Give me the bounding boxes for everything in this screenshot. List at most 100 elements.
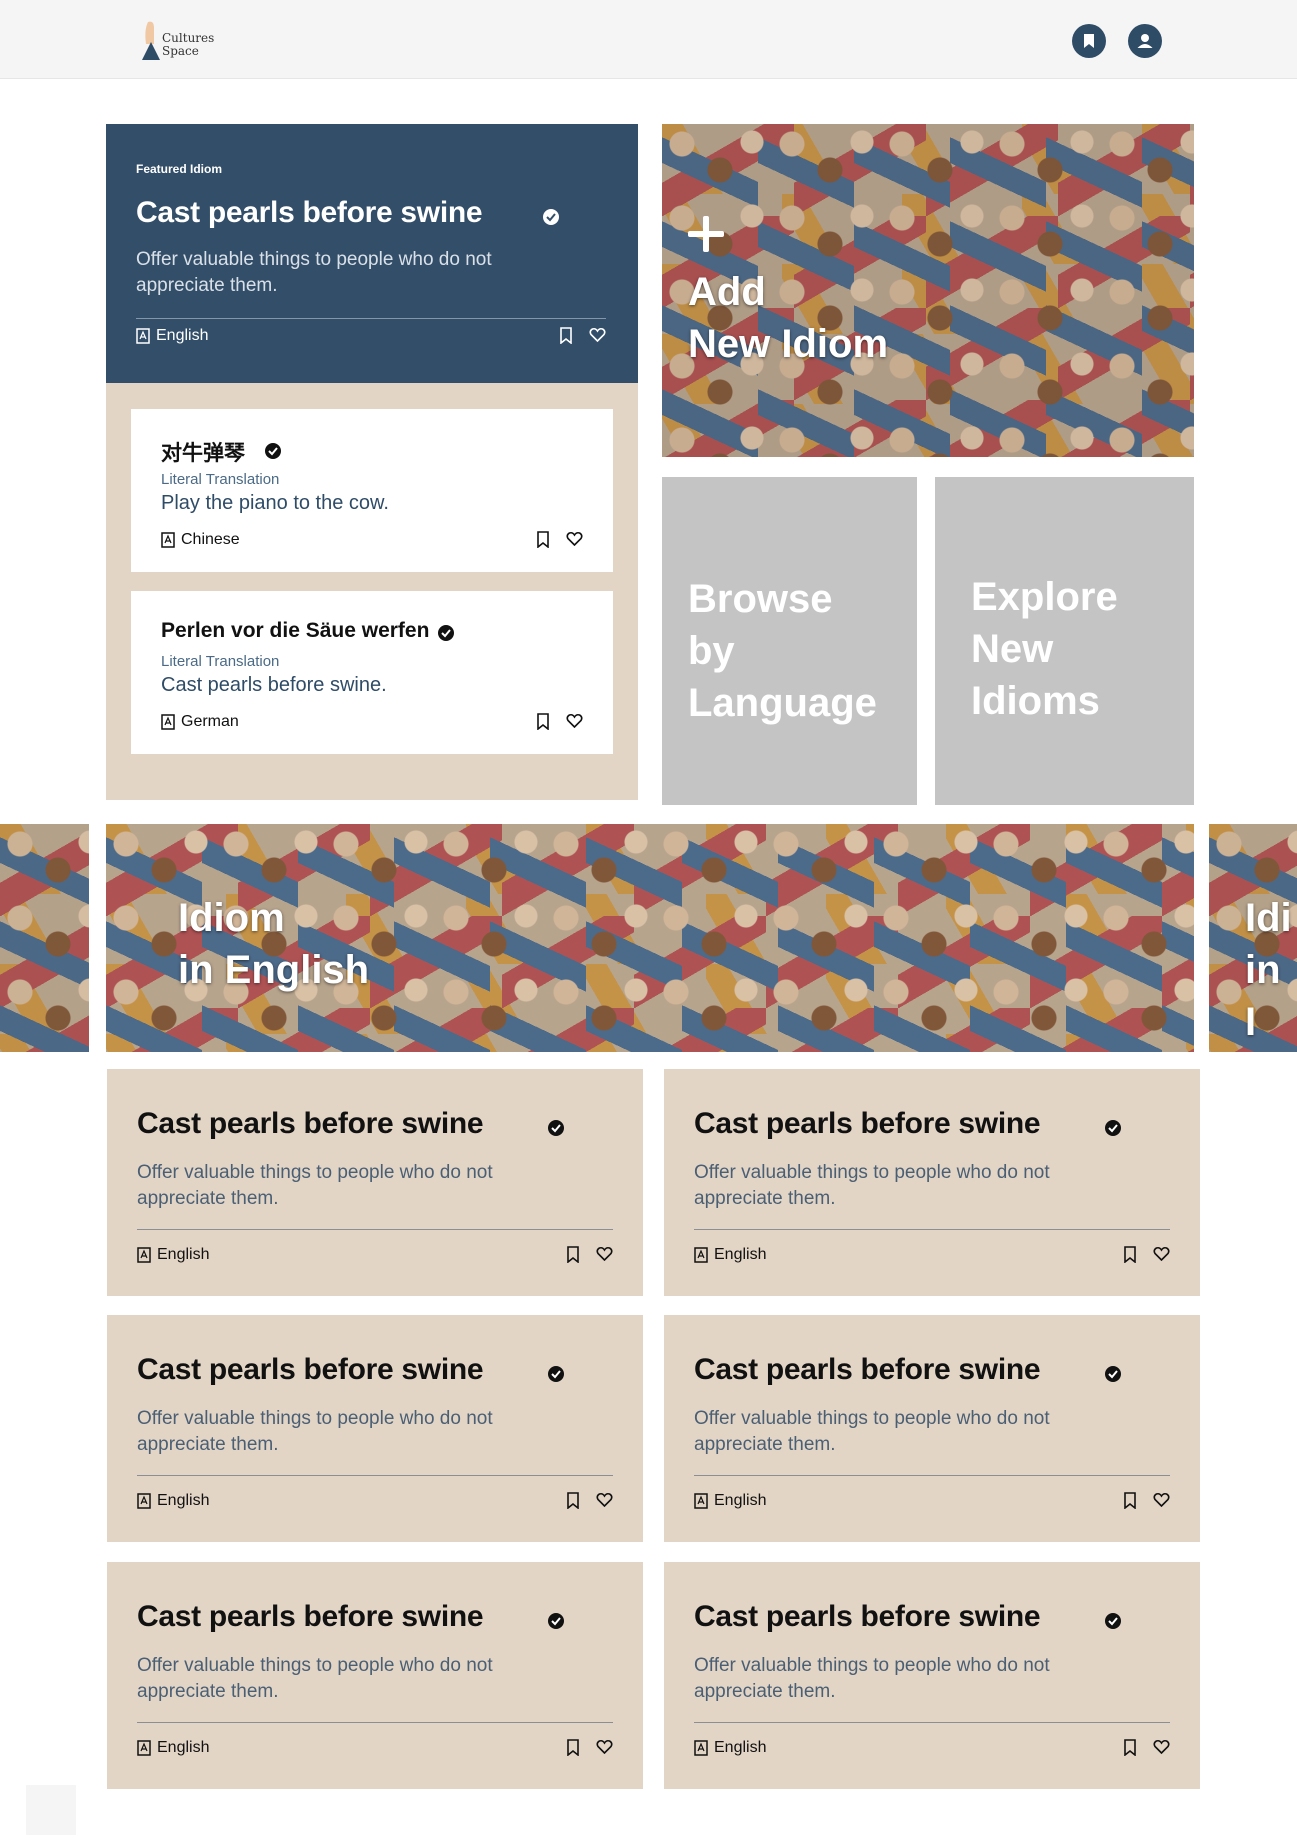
divider	[694, 1229, 1170, 1230]
logo[interactable]: Cultures Space	[140, 18, 230, 66]
language-book-icon	[694, 1740, 708, 1756]
bookmark-button[interactable]	[1123, 1492, 1137, 1509]
translation-language-label: German	[181, 713, 239, 730]
idiom-card[interactable]: Cast pearls before swine Offer valuable t…	[107, 1069, 643, 1296]
divider	[694, 1475, 1170, 1476]
featured-language-label: English	[156, 327, 209, 344]
idiom-language: English	[137, 1492, 209, 1510]
like-button[interactable]	[596, 1492, 613, 1509]
idiom-card[interactable]: Cast pearls before swine Offer valuable t…	[664, 1315, 1200, 1542]
heart-outline-icon	[596, 1739, 613, 1755]
logo-mark-icon	[142, 21, 160, 60]
idiom-language-label: English	[157, 1492, 210, 1509]
idiom-card[interactable]: Cast pearls before swine Offer valuable t…	[107, 1315, 643, 1542]
next-slide-title: Idi in I	[1245, 896, 1292, 1044]
verified-icon	[265, 443, 281, 459]
idiom-language: English	[694, 1492, 766, 1510]
language-book-icon	[694, 1493, 708, 1509]
like-button[interactable]	[596, 1246, 613, 1263]
featured-label: Featured Idiom	[136, 162, 223, 176]
bookmark-icon[interactable]	[1072, 24, 1106, 58]
top-header: Cultures Space	[0, 0, 1297, 79]
like-button[interactable]	[1153, 1246, 1170, 1263]
bookmark-button[interactable]	[536, 531, 550, 548]
carousel-prev-slide[interactable]	[0, 824, 89, 1052]
like-button[interactable]	[566, 531, 583, 548]
idiom-language-label: English	[714, 1739, 767, 1756]
bookmark-outline-icon	[560, 327, 572, 344]
like-button[interactable]	[566, 713, 583, 730]
verified-icon	[548, 1120, 564, 1136]
idiom-title[interactable]: Cast pearls before swine	[137, 1600, 484, 1634]
idiom-card[interactable]: Cast pearls before swine Offer valuable t…	[664, 1069, 1200, 1296]
featured-idiom-card[interactable]: Featured Idiom Cast pearls before swine …	[106, 124, 638, 383]
like-button[interactable]	[1153, 1492, 1170, 1509]
bookmark-outline-icon	[537, 531, 549, 548]
literal-translation-label: Literal Translation	[161, 653, 280, 670]
logo-text: Cultures Space	[162, 32, 214, 58]
bookmark-button[interactable]	[536, 713, 550, 730]
featured-actions	[559, 327, 606, 344]
account-icon[interactable]	[1128, 24, 1162, 58]
featured-title[interactable]: Cast pearls before swine	[136, 196, 483, 230]
idiom-language: English	[137, 1246, 209, 1264]
translation-title[interactable]: Perlen vor die Säue werfen	[161, 619, 429, 643]
language-book-icon	[136, 328, 150, 344]
idiom-title[interactable]: Cast pearls before swine	[137, 1107, 484, 1141]
bookmark-button[interactable]	[1123, 1246, 1137, 1263]
translation-actions	[536, 531, 583, 548]
idiom-language: English	[694, 1739, 766, 1757]
language-book-icon	[137, 1493, 151, 1509]
verified-icon	[1105, 1366, 1121, 1382]
bookmark-button[interactable]	[1123, 1739, 1137, 1756]
bookmark-button[interactable]	[566, 1492, 580, 1509]
idiom-actions	[566, 1492, 613, 1509]
idiom-title[interactable]: Cast pearls before swine	[137, 1353, 484, 1387]
idiom-language-label: English	[714, 1492, 767, 1509]
idiom-description: Offer valuable things to people who do n…	[137, 1162, 493, 1209]
language-banner[interactable]: Idiom in English	[106, 824, 1194, 1052]
heart-outline-icon	[1153, 1492, 1170, 1508]
translation-language-label: Chinese	[181, 531, 240, 548]
like-button[interactable]	[589, 327, 606, 344]
language-book-icon	[161, 714, 175, 730]
idiom-description: Offer valuable things to people who do n…	[137, 1655, 493, 1702]
illustration-overlay	[0, 824, 89, 1052]
translation-card[interactable]: 对牛弹琴 Literal Translation Play the piano …	[131, 409, 613, 572]
idiom-title[interactable]: Cast pearls before swine	[694, 1353, 1041, 1387]
idiom-actions	[1123, 1739, 1170, 1756]
idiom-actions	[566, 1739, 613, 1756]
language-book-icon	[694, 1247, 708, 1263]
bookmark-button[interactable]	[566, 1246, 580, 1263]
idiom-title[interactable]: Cast pearls before swine	[694, 1600, 1041, 1634]
like-button[interactable]	[1153, 1739, 1170, 1756]
idiom-description: Offer valuable things to people who do n…	[694, 1162, 1050, 1209]
verified-icon	[1105, 1120, 1121, 1136]
bookmark-button[interactable]	[559, 327, 573, 344]
idiom-card[interactable]: Cast pearls before swine Offer valuable t…	[107, 1562, 643, 1789]
heart-outline-icon	[596, 1246, 613, 1262]
divider	[137, 1229, 613, 1230]
idiom-language-label: English	[714, 1246, 767, 1263]
translation-language: German	[161, 713, 239, 731]
idiom-language-label: English	[157, 1739, 210, 1756]
idiom-actions	[1123, 1246, 1170, 1263]
explore-new-idioms-tile[interactable]: Explore New Idioms	[935, 477, 1194, 805]
idiom-description: Offer valuable things to people who do n…	[694, 1408, 1050, 1455]
idiom-title[interactable]: Cast pearls before swine	[694, 1107, 1041, 1141]
bookmark-outline-icon	[1124, 1739, 1136, 1756]
bookmark-button[interactable]	[566, 1739, 580, 1756]
browse-by-language-tile[interactable]: Browse by Language	[662, 477, 917, 805]
verified-icon	[548, 1613, 564, 1629]
translation-card[interactable]: Perlen vor die Säue werfen Literal Trans…	[131, 591, 613, 754]
add-new-idiom-tile[interactable]: Add New Idiom	[662, 124, 1194, 457]
idiom-language: English	[694, 1246, 766, 1264]
translation-title[interactable]: 对牛弹琴	[161, 437, 245, 467]
divider	[137, 1475, 613, 1476]
verified-icon	[1105, 1613, 1121, 1629]
like-button[interactable]	[596, 1739, 613, 1756]
language-book-icon	[137, 1247, 151, 1263]
verified-icon	[438, 625, 454, 641]
idiom-card[interactable]: Cast pearls before swine Offer valuable t…	[664, 1562, 1200, 1789]
carousel-next-slide[interactable]: Idi in I	[1209, 824, 1297, 1052]
